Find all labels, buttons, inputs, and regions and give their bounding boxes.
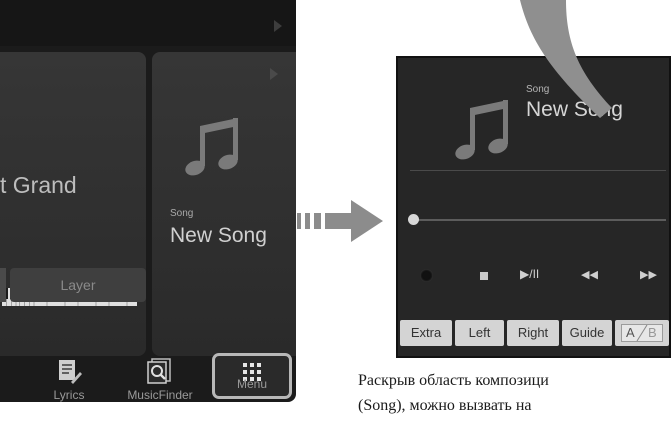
record-button[interactable] [420, 269, 433, 282]
slider-knob[interactable] [408, 214, 419, 225]
layer-button[interactable]: Layer [10, 268, 146, 302]
part-tab[interactable] [0, 268, 6, 302]
guide-button[interactable]: Guide [562, 320, 612, 346]
fast-forward-button[interactable]: ▶▶ [640, 268, 657, 281]
curved-pointer-arrow [520, 0, 612, 118]
stop-button[interactable] [480, 272, 488, 280]
caption-text: Раскрыв область композици (Song), можно … [358, 368, 671, 418]
play-pause-button[interactable]: ▶/II [520, 267, 539, 281]
music-note-icon [185, 118, 238, 176]
lyrics-icon [59, 360, 82, 384]
right-button[interactable]: Right [507, 320, 559, 346]
caption-line-2: (Song), можно вызвать на [358, 397, 532, 414]
expand-arrow-icon[interactable] [274, 20, 282, 32]
musicfinder-icon [147, 358, 171, 384]
ab-repeat-button[interactable]: A B [615, 320, 669, 346]
lyrics-label: Lyrics [53, 388, 85, 402]
ab-repeat-icon: A B [621, 324, 663, 342]
menu-button[interactable]: Menu [212, 353, 292, 399]
divider [410, 170, 666, 171]
expand-arrow-icon[interactable] [270, 68, 278, 80]
ab-b-label: B [648, 325, 657, 340]
song-label: Song [170, 208, 194, 219]
left-button[interactable]: Left [455, 320, 504, 346]
extra-button[interactable]: Extra [400, 320, 452, 346]
top-bar [0, 0, 296, 46]
musicfinder-button[interactable]: MusicFinder [118, 358, 202, 402]
voice-area[interactable]: t Grand [0, 52, 146, 356]
caption-line-1: Раскрыв область композици [358, 372, 549, 389]
song-position-slider[interactable] [414, 219, 666, 221]
main-screen: t Grand Layer Song New Song Lyrics Music… [0, 0, 296, 402]
musicfinder-label: MusicFinder [127, 388, 193, 402]
menu-label: Menu [236, 377, 268, 391]
lyrics-button[interactable]: Lyrics [40, 358, 98, 402]
transition-arrow-icon [297, 200, 383, 242]
song-name: New Song [170, 224, 267, 247]
voice-name: t Grand [0, 172, 77, 198]
song-area[interactable]: Song New Song [152, 52, 296, 356]
rewind-button[interactable]: ◀◀ [581, 268, 598, 281]
